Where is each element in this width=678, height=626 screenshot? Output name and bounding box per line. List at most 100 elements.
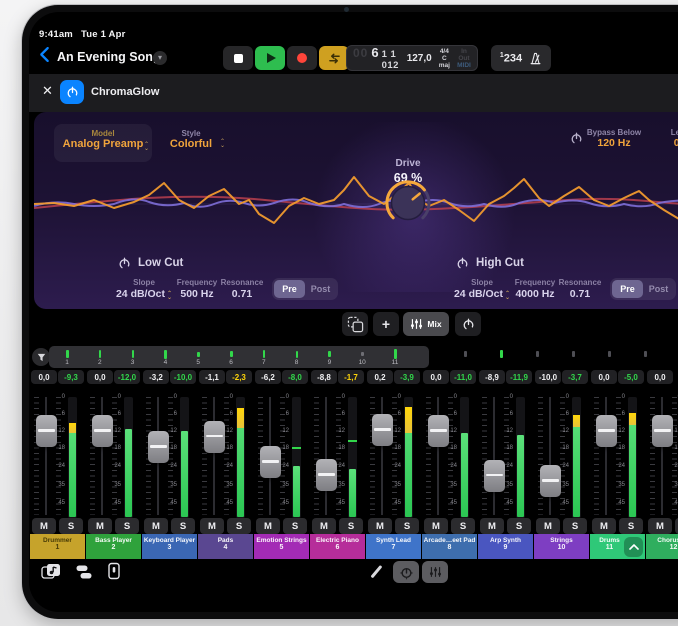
loops-browser-button[interactable] <box>41 563 61 581</box>
mute-button[interactable]: M <box>200 518 224 534</box>
fader-value-readout: 0,0 <box>31 370 57 384</box>
plugin-power-button[interactable] <box>60 80 84 104</box>
plug-icon <box>107 562 121 580</box>
song-menu-chevron-icon[interactable]: ▾ <box>153 51 167 65</box>
add-track-button[interactable]: + <box>373 312 399 336</box>
solo-button[interactable]: S <box>171 518 195 534</box>
track-name-band[interactable]: Drums11 <box>590 534 645 559</box>
track-name-band[interactable]: Electric Piano6 <box>310 534 365 559</box>
fader-scale-label: 45 <box>610 500 625 506</box>
mute-button[interactable]: M <box>32 518 56 534</box>
faders-view-button[interactable] <box>422 561 448 583</box>
highcut-power-button[interactable] <box>456 257 469 270</box>
model-selector[interactable]: Model Analog Preamp <box>54 124 152 162</box>
fader-scale-label: 0 <box>554 394 569 400</box>
record-button[interactable] <box>287 46 317 70</box>
count-in-metronome[interactable]: 1234 <box>491 45 551 71</box>
mixer-overview-window[interactable] <box>49 346 429 368</box>
fader-handle[interactable] <box>92 415 113 447</box>
mute-button[interactable]: M <box>312 518 336 534</box>
track-number: 4 <box>198 544 253 551</box>
mute-button[interactable]: M <box>648 518 672 534</box>
pencil-icon[interactable] <box>370 565 382 578</box>
solo-button[interactable]: S <box>507 518 531 534</box>
fader-handle[interactable] <box>540 465 561 497</box>
fader-handle[interactable] <box>484 460 505 492</box>
overview-channel-number: 5 <box>192 359 204 366</box>
solo-button[interactable]: S <box>451 518 475 534</box>
track-name-band[interactable]: Emotion Strings5 <box>254 534 309 559</box>
mute-button[interactable]: M <box>592 518 616 534</box>
lcd-display[interactable]: 006 1 1 012 127,0 4/4 C maj In Out MIDI <box>346 45 478 71</box>
lowcut-res-value[interactable]: 0.71 <box>212 288 272 300</box>
meter-fill <box>293 466 300 517</box>
lowcut-power-button[interactable] <box>118 257 131 270</box>
mute-button[interactable]: M <box>256 518 280 534</box>
lowcut-post-button[interactable]: Post <box>305 280 336 298</box>
fader-handle[interactable] <box>428 415 449 447</box>
mute-button[interactable]: M <box>88 518 112 534</box>
fader-handle[interactable] <box>652 415 673 447</box>
fader-handle[interactable] <box>204 421 225 453</box>
stop-button[interactable] <box>223 46 253 70</box>
style-selector[interactable]: Style Colorful <box>156 129 226 150</box>
track-name-band[interactable]: Strings10 <box>534 534 589 559</box>
solo-button[interactable]: S <box>115 518 139 534</box>
mute-button[interactable]: M <box>368 518 392 534</box>
fader-handle[interactable] <box>372 414 393 446</box>
plugins-button[interactable] <box>107 562 121 580</box>
fader-handle[interactable] <box>36 415 57 447</box>
mute-button[interactable]: M <box>536 518 560 534</box>
solo-button[interactable]: S <box>283 518 307 534</box>
mute-button[interactable]: M <box>144 518 168 534</box>
highcut-res-value[interactable]: 0.71 <box>550 288 610 300</box>
plugin-name: ChromaGlow <box>91 86 159 98</box>
track-name-band[interactable]: Synth Lead7 <box>366 534 421 559</box>
overview-channel-number: 3 <box>127 359 139 366</box>
cycle-button[interactable] <box>319 46 349 70</box>
track-name-band[interactable]: Keyboard Player3 <box>142 534 197 559</box>
track-name-band[interactable]: Arcade…eet Pad8 <box>422 534 477 559</box>
fader-handle[interactable] <box>148 431 169 463</box>
mixer-power-button[interactable] <box>455 312 481 336</box>
fader-scale-label: 45 <box>274 500 289 506</box>
solo-button[interactable]: S <box>619 518 643 534</box>
overview-meter-tick <box>394 349 397 359</box>
fader-handle[interactable] <box>260 446 281 478</box>
browser-button[interactable] <box>75 564 93 580</box>
play-button[interactable] <box>255 46 285 70</box>
highcut-post-button[interactable]: Post <box>643 280 674 298</box>
fader-scale-label: 35 <box>50 482 65 488</box>
drive-knob[interactable] <box>384 179 432 227</box>
solo-button[interactable]: S <box>395 518 419 534</box>
filter-tracks-button[interactable] <box>32 348 50 366</box>
fader-handle[interactable] <box>316 459 337 491</box>
solo-button[interactable]: S <box>59 518 83 534</box>
solo-button[interactable]: S <box>227 518 251 534</box>
fader-handle[interactable] <box>596 415 617 447</box>
track-name-band[interactable]: Pads4 <box>198 534 253 559</box>
solo-button[interactable]: S <box>339 518 363 534</box>
mute-button[interactable]: M <box>424 518 448 534</box>
mute-button[interactable]: M <box>480 518 504 534</box>
track-name-band[interactable]: Drummer1 <box>30 534 85 559</box>
fader-scale-label: 6 <box>330 411 345 417</box>
highcut-pre-button[interactable]: Pre <box>612 280 643 298</box>
close-plugin-button[interactable]: ✕ <box>42 83 53 99</box>
collapse-chevron-button[interactable] <box>624 537 643 557</box>
back-button[interactable] <box>40 47 49 62</box>
controls-view-button[interactable] <box>393 561 419 583</box>
fader-scale-label: 45 <box>554 500 569 506</box>
channel-strip: 0,0-12,0061218243545MSBass Player2 <box>86 367 141 558</box>
track-name-band[interactable]: Arp Synth9 <box>478 534 533 559</box>
track-name: Pads <box>198 537 253 544</box>
level-control[interactable]: Level 0.0 <box>656 128 678 149</box>
track-name-band[interactable]: Chorus Vo12 <box>646 534 678 559</box>
lowcut-pre-button[interactable]: Pre <box>274 280 305 298</box>
song-title[interactable]: An Evening Song <box>57 50 160 64</box>
duplicate-button[interactable] <box>342 312 368 336</box>
track-name-band[interactable]: Bass Player2 <box>86 534 141 559</box>
solo-button[interactable]: S <box>563 518 587 534</box>
mix-toggle-button[interactable]: Mix <box>403 312 449 336</box>
bypass-below-control[interactable]: Bypass Below 120 Hz <box>579 128 649 149</box>
